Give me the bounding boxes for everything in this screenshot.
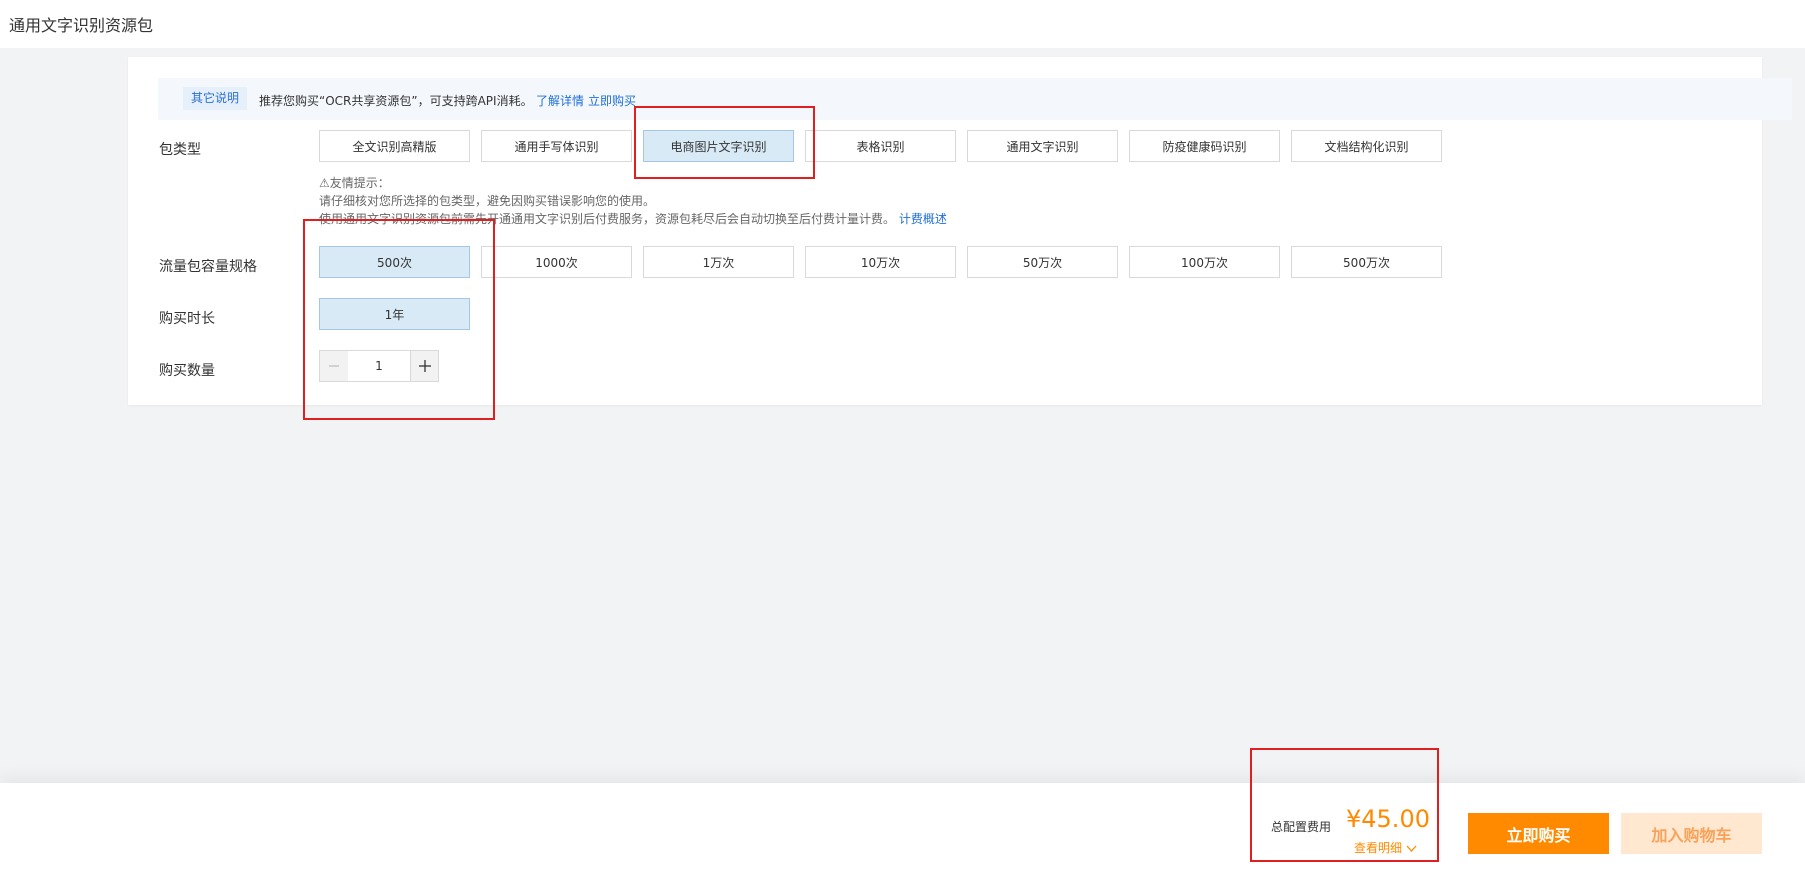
view-detail-label: 查看明细 bbox=[1354, 841, 1403, 855]
billing-overview-link[interactable]: 计费概述 bbox=[899, 212, 947, 226]
quantity-label: 购买数量 bbox=[159, 363, 215, 379]
capacity-option[interactable]: 500万次 bbox=[1291, 246, 1442, 278]
capacity-option[interactable]: 1000次 bbox=[481, 246, 632, 278]
notice-details-link[interactable]: 了解详情 bbox=[536, 92, 584, 109]
minus-icon[interactable] bbox=[320, 351, 348, 381]
notice-text: 推荐您购买“OCR共享资源包”，可支持跨API消耗。 bbox=[259, 94, 533, 108]
tip-title: ⚠友情提示： bbox=[319, 176, 390, 190]
package-type-option[interactable]: 通用手写体识别 bbox=[481, 130, 632, 162]
package-type-option-selected[interactable]: 电商图片文字识别 bbox=[643, 130, 794, 162]
duration-label: 购买时长 bbox=[159, 311, 215, 327]
notice-tag: 其它说明 bbox=[183, 87, 248, 110]
notice-bar: 其它说明 推荐您购买“OCR共享资源包”，可支持跨API消耗。 了解详情 立即购… bbox=[158, 78, 1792, 120]
package-type-option[interactable]: 通用文字识别 bbox=[967, 130, 1118, 162]
quantity-value[interactable]: 1 bbox=[348, 351, 410, 381]
view-detail-link[interactable]: 查看明细 bbox=[1354, 839, 1417, 856]
top-bar: 通用文字识别资源包 bbox=[0, 0, 1805, 48]
total-fee-label: 总配置费用 bbox=[1271, 820, 1332, 834]
tip-line-2: 使用通用文字识别资源包前需先开通通用文字识别后付费服务，资源包耗尽后会自动切换至… bbox=[319, 212, 896, 226]
capacity-option[interactable]: 1万次 bbox=[643, 246, 794, 278]
package-type-option[interactable]: 文档结构化识别 bbox=[1291, 130, 1442, 162]
capacity-option[interactable]: 100万次 bbox=[1129, 246, 1280, 278]
package-type-option[interactable]: 表格识别 bbox=[805, 130, 956, 162]
buy-now-button[interactable]: 立即购买 bbox=[1468, 813, 1609, 854]
notice-buy-link[interactable]: 立即购买 bbox=[588, 92, 636, 109]
page-title: 通用文字识别资源包 bbox=[9, 16, 154, 35]
quantity-stepper: 1 bbox=[319, 350, 439, 382]
package-type-option[interactable]: 全文识别高精版 bbox=[319, 130, 470, 162]
duration-option-selected[interactable]: 1年 bbox=[319, 298, 470, 330]
capacity-option[interactable]: 50万次 bbox=[967, 246, 1118, 278]
add-to-cart-button[interactable]: 加入购物车 bbox=[1621, 813, 1762, 854]
chevron-down-icon bbox=[1406, 841, 1417, 855]
package-type-option[interactable]: 防疫健康码识别 bbox=[1129, 130, 1280, 162]
total-fee-amount: ¥45.00 bbox=[1346, 805, 1430, 833]
capacity-label: 流量包容量规格 bbox=[159, 259, 257, 275]
package-type-label: 包类型 bbox=[159, 142, 201, 158]
plus-icon[interactable] bbox=[410, 351, 438, 381]
capacity-option-selected[interactable]: 500次 bbox=[319, 246, 470, 278]
capacity-option[interactable]: 10万次 bbox=[805, 246, 956, 278]
tip-line-2-row: 使用通用文字识别资源包前需先开通通用文字识别后付费服务，资源包耗尽后会自动切换至… bbox=[319, 210, 947, 227]
tip-line-1: 请仔细核对您所选择的包类型，避免因购买错误影响您的使用。 bbox=[319, 194, 656, 208]
